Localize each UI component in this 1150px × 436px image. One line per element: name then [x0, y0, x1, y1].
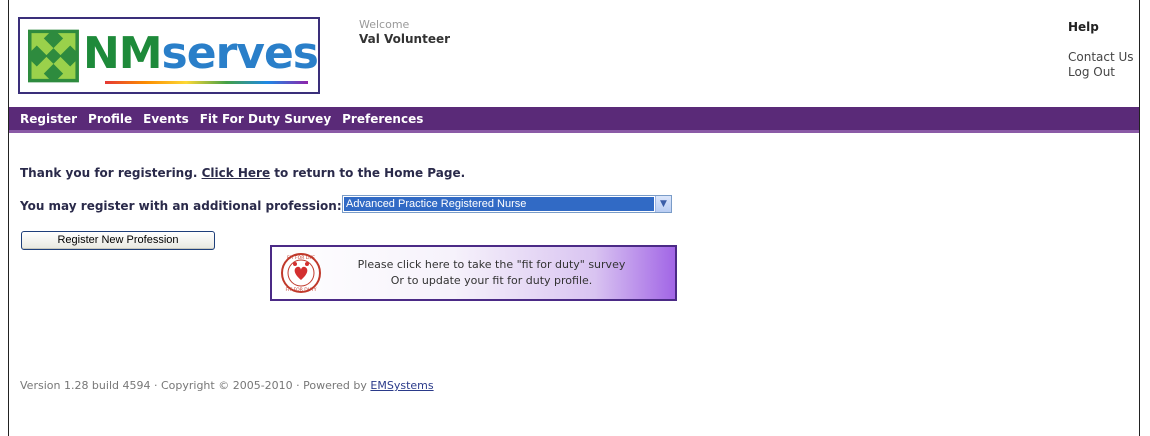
help-link[interactable]: Help	[1068, 20, 1099, 34]
nav-register[interactable]: Register	[20, 112, 77, 126]
profession-label: You may register with an additional prof…	[20, 199, 342, 213]
contact-us-link[interactable]: Contact Us	[1068, 50, 1134, 64]
fit-for-duty-badge-icon: FIT FOR LIFE FIT FOR DUTY	[281, 253, 321, 293]
user-name: Val Volunteer	[359, 32, 451, 46]
nmserves-logo[interactable]: NMserves	[18, 17, 320, 94]
main-navigation: Register Profile Events Fit For Duty Sur…	[9, 107, 1139, 133]
profession-select[interactable]: Advanced Practice Registered Nurse ▼	[342, 195, 672, 213]
welcome-label: Welcome	[359, 18, 410, 31]
home-page-link[interactable]: Click Here	[202, 166, 271, 180]
fit-badge-top-text: FIT FOR LIFE	[287, 255, 315, 261]
registration-message: Thank you for registering. Click Here to…	[20, 166, 465, 180]
log-out-link[interactable]: Log Out	[1068, 65, 1115, 79]
nav-preferences[interactable]: Preferences	[342, 112, 423, 126]
new-mexico-arrows-icon	[28, 29, 79, 82]
emsystems-link[interactable]: EMSystems	[370, 379, 433, 392]
nav-events[interactable]: Events	[143, 112, 189, 126]
fit-for-duty-text: Please click here to take the "fit for d…	[322, 257, 675, 289]
fit-for-duty-banner[interactable]: FIT FOR LIFE FIT FOR DUTY Please click h…	[270, 245, 677, 301]
footer: Version 1.28 build 4594 · Copyright © 20…	[20, 379, 434, 392]
footer-text: Version 1.28 build 4594 · Copyright © 20…	[20, 379, 367, 392]
profession-selected-value: Advanced Practice Registered Nurse	[344, 197, 654, 211]
thanks-suffix: to return to the Home Page.	[274, 166, 466, 180]
fit-line-2: Or to update your fit for duty profile.	[390, 274, 593, 287]
nav-fit-for-duty-survey[interactable]: Fit For Duty Survey	[200, 112, 331, 126]
thanks-prefix: Thank you for registering.	[20, 166, 198, 180]
fit-badge-bottom-text: FIT FOR DUTY	[285, 287, 316, 293]
logo-wordmark: NMserves	[82, 27, 319, 79]
logo-rainbow-bar	[105, 81, 308, 84]
fit-line-1: Please click here to take the "fit for d…	[357, 258, 626, 271]
nav-profile[interactable]: Profile	[88, 112, 132, 126]
chevron-down-icon[interactable]: ▼	[655, 196, 671, 212]
register-new-profession-button[interactable]: Register New Profession	[21, 231, 215, 250]
